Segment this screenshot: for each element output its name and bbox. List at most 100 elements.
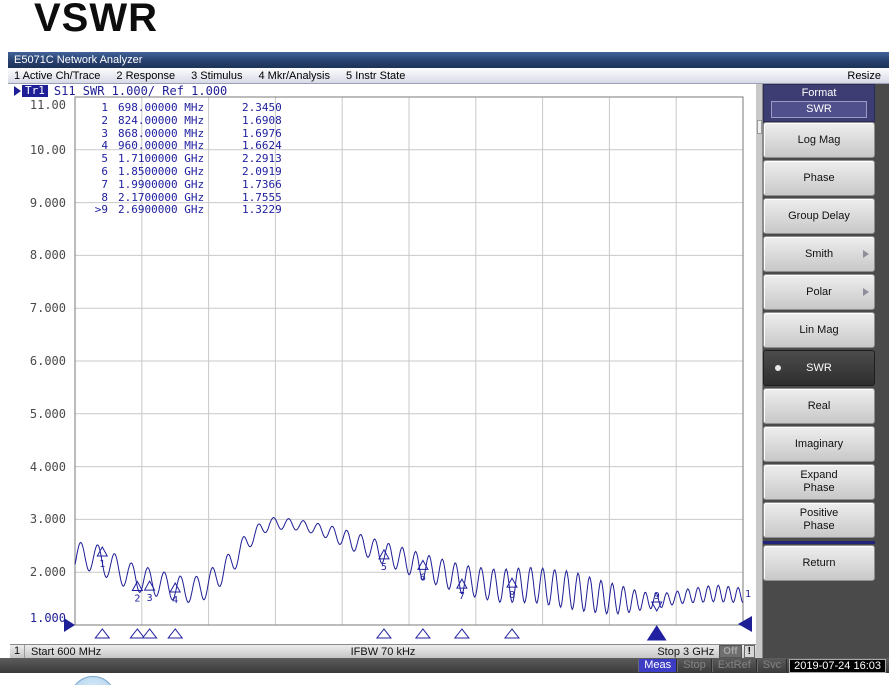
marker-5-number: 5 [381, 562, 387, 573]
marker-cell: 1 [86, 102, 108, 115]
marker-2-number: 2 [134, 594, 140, 605]
marker-3-number: 3 [147, 593, 153, 604]
marker-row-1: 1698.00000 MHz2.3450 [86, 102, 282, 115]
marker-cell: 1.8500000 GHz [108, 166, 240, 179]
radio-dot-icon [775, 365, 781, 371]
y-axis-tick-3.000: 3.000 [18, 513, 66, 525]
marker-cell: 2.6900000 GHz [108, 204, 240, 217]
marker-1-glyph[interactable] [97, 547, 107, 556]
softkey-menu-value: SWR [771, 101, 867, 118]
active-trace-arrow-icon [14, 86, 21, 96]
active-marker-9-number: 9 [654, 591, 660, 602]
softkey-swr[interactable]: SWR [763, 350, 875, 386]
window-title: E5071C Network Analyzer [14, 54, 142, 66]
marker-cell: 824.00000 MHz [108, 115, 240, 128]
menu-items: 1 Active Ch/Trace 2 Response 3 Stimulus 4 M… [14, 68, 421, 84]
y-axis-tick-4.000: 4.000 [18, 461, 66, 473]
channel-number: 1 [10, 645, 25, 658]
softkey-scrollbar[interactable] [756, 84, 763, 658]
status-meas: Meas [638, 659, 677, 672]
sweep-position-arrow [738, 616, 752, 632]
marker-row-9: >92.6900000 GHz1.3229 [86, 204, 282, 217]
submenu-arrow-icon [863, 250, 869, 258]
softkey-menu-header: Format SWR [763, 84, 875, 122]
menu-item-5[interactable]: 5 Instr State [346, 68, 405, 84]
marker-7-stimulus-triangle[interactable] [455, 629, 469, 638]
status-bar: MeasStopExtRefSvc 2019-07-24 16:03 [0, 658, 889, 673]
softkey-menu-title: Format [764, 87, 874, 99]
marker-4-glyph[interactable] [170, 583, 180, 592]
start-frequency[interactable]: Start 600 MHz [31, 646, 101, 658]
y-axis-tick-7.000: 7.000 [18, 302, 66, 314]
marker-1-stimulus-triangle[interactable] [95, 629, 109, 638]
marker-6-stimulus-triangle[interactable] [416, 629, 430, 638]
screenshot-stage: VSWR E5071C Network Analyzer 1 Active Ch… [0, 0, 889, 685]
softkey-sidebar: Format SWR Log MagPhaseGroup DelaySmithP… [756, 84, 889, 658]
softkey-lin-mag[interactable]: Lin Mag [763, 312, 875, 348]
softkey-log-mag[interactable]: Log Mag [763, 122, 875, 158]
marker-row-7: 71.9900000 GHz1.7366 [86, 179, 282, 192]
marker-cell: 698.00000 MHz [108, 102, 240, 115]
y-axis-tick-1.000: 1.000 [18, 612, 66, 624]
taskbar-orb-icon[interactable] [70, 676, 116, 685]
instrument-screen: 1234567891 Tr1 S11 SWR 1.000/ Ref 1.000 … [10, 84, 756, 644]
menu-item-2[interactable]: 2 Response [116, 68, 175, 84]
submenu-arrow-icon [863, 288, 869, 296]
marker-readout-table: 1698.00000 MHz2.34502824.00000 MHz1.6908… [86, 102, 282, 217]
marker-cell: 1.9900000 GHz [108, 179, 240, 192]
marker-cell: 2 [86, 115, 108, 128]
y-axis-tick-9.000: 9.000 [18, 197, 66, 209]
trace-name-badge[interactable]: Tr1 [22, 85, 48, 97]
marker-8-stimulus-triangle[interactable] [505, 629, 519, 638]
marker-3-stimulus-triangle[interactable] [143, 629, 157, 638]
softkey-polar[interactable]: Polar [763, 274, 875, 310]
alert-indicator: ! [744, 645, 755, 658]
y-axis-tick-8.000: 8.000 [18, 249, 66, 261]
marker-6-number: 6 [420, 572, 426, 583]
y-axis-tick-6.000: 6.000 [18, 355, 66, 367]
page-title: VSWR [34, 0, 158, 41]
marker-row-2: 2824.00000 MHz1.6908 [86, 115, 282, 128]
y-axis-tick-11.00: 11.00 [18, 99, 66, 111]
softkey-positive-phase[interactable]: Positive Phase [763, 502, 875, 538]
marker-cell: 1.6908 [240, 115, 282, 128]
status-svc: Svc [757, 659, 787, 672]
marker-4-stimulus-triangle[interactable] [168, 629, 182, 638]
menu-item-3[interactable]: 3 Stimulus [191, 68, 242, 84]
menu-resize[interactable]: Resize [847, 68, 881, 84]
trace-format-readout: S11 SWR 1.000/ Ref 1.000 [54, 84, 227, 98]
marker-row-6: 61.8500000 GHz2.0919 [86, 166, 282, 179]
scrollbar-thumb[interactable] [757, 120, 762, 134]
menu-bar: 1 Active Ch/Trace 2 Response 3 Stimulus 4 M… [8, 68, 889, 84]
menu-item-1[interactable]: 1 Active Ch/Trace [14, 68, 100, 84]
y-axis-tick-2.000: 2.000 [18, 566, 66, 578]
softkey-separator [763, 541, 875, 544]
marker-cell: 2.0919 [240, 166, 282, 179]
stimulus-info-bar: 1 Start 600 MHz IFBW 70 kHz Stop 3 GHz O… [10, 644, 756, 658]
marker-cell: 2.3450 [240, 102, 282, 115]
datetime-readout: 2019-07-24 16:03 [789, 659, 886, 673]
marker-7-number: 7 [459, 591, 465, 602]
softkey-group-delay[interactable]: Group Delay [763, 198, 875, 234]
softkey-real[interactable]: Real [763, 388, 875, 424]
trace-end-number: 1 [745, 589, 751, 600]
active-marker-stimulus-triangle[interactable] [648, 626, 666, 640]
stop-frequency[interactable]: Stop 3 GHz [657, 646, 714, 658]
softkey-expand-phase[interactable]: Expand Phase [763, 464, 875, 500]
marker-1-number: 1 [99, 559, 105, 570]
status-extref: ExtRef [712, 659, 757, 672]
menu-item-4[interactable]: 4 Mkr/Analysis [258, 68, 330, 84]
softkey-return[interactable]: Return [763, 545, 875, 581]
marker-5-stimulus-triangle[interactable] [377, 629, 391, 638]
softkey-imaginary[interactable]: Imaginary [763, 426, 875, 462]
off-indicator: Off [719, 645, 741, 658]
marker-8-number: 8 [509, 590, 515, 601]
softkey-smith[interactable]: Smith [763, 236, 875, 272]
ifbw-readout[interactable]: IFBW 70 kHz [351, 646, 416, 658]
window-titlebar: E5071C Network Analyzer [8, 52, 889, 68]
status-stop: Stop [677, 659, 712, 672]
softkey-phase[interactable]: Phase [763, 160, 875, 196]
marker-cell: 1.7366 [240, 179, 282, 192]
trace-status-line[interactable]: Tr1 S11 SWR 1.000/ Ref 1.000 [14, 84, 227, 97]
marker-2-stimulus-triangle[interactable] [130, 629, 144, 638]
